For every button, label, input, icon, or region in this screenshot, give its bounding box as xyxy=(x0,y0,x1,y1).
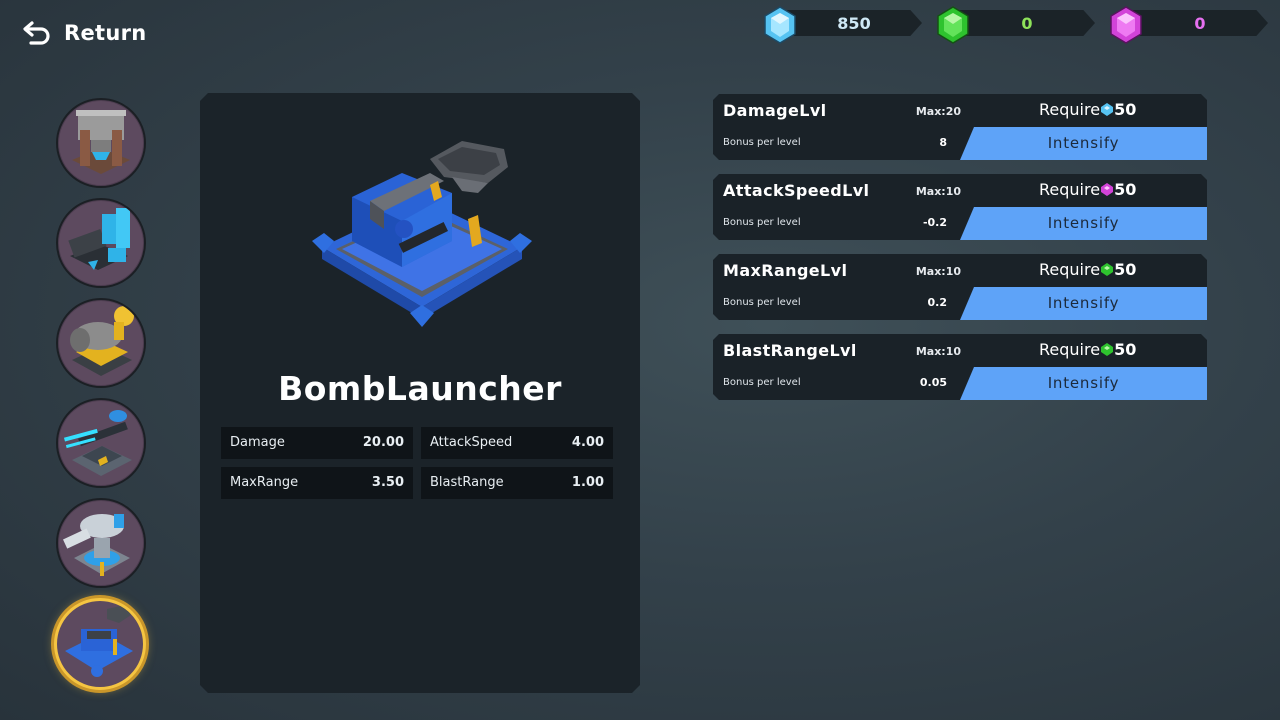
require-cost: 50 xyxy=(1114,100,1137,119)
upgrade-requirement: Require 50 xyxy=(1039,260,1136,279)
bonus-value: 8 xyxy=(939,136,947,149)
currency-blue: 850 xyxy=(758,6,923,44)
tesla-tower-icon xyxy=(63,410,132,476)
return-label: Return xyxy=(64,21,147,45)
upgrade-blast-range: BlastRangeLvl Max:10 Require 50 Bonus pe… xyxy=(713,334,1207,400)
tower-laser-cannon[interactable] xyxy=(56,198,146,288)
green-gem-icon xyxy=(1101,263,1114,276)
upgrade-name: DamageLvl xyxy=(723,101,827,120)
upgrade-requirement: Require 50 xyxy=(1039,100,1136,119)
upgrade-name: BlastRangeLvl xyxy=(723,341,857,360)
upgrade-requirement: Require 50 xyxy=(1039,340,1136,359)
green-gem-icon xyxy=(1101,343,1114,356)
crusher-tower-icon xyxy=(72,110,130,174)
bonus-value: -0.2 xyxy=(922,216,947,229)
stat-value: 20.00 xyxy=(362,435,404,450)
blue-gem-icon xyxy=(764,6,796,44)
upgrade-requirement: Require 50 xyxy=(1039,180,1136,199)
tower-gold-cannon[interactable] xyxy=(56,298,146,388)
upgrade-name: MaxRangeLvl xyxy=(723,261,848,280)
return-button[interactable]: Return xyxy=(22,18,147,48)
stat-value: 1.00 xyxy=(571,475,604,490)
upgrade-max-level: Max:20 xyxy=(915,105,961,118)
bonus-value: 0.2 xyxy=(927,296,948,309)
currency-green: 0 xyxy=(931,6,1096,44)
bonus-label: Bonus per level xyxy=(723,377,801,388)
stat-label: BlastRange xyxy=(430,475,504,490)
purple-gem-amount: 0 xyxy=(1194,14,1206,33)
upgrade-damage: DamageLvl Max:20 Require 50 Bonus per le… xyxy=(713,94,1207,160)
upgrade-max-range: MaxRangeLvl Max:10 Require 50 Bonus per … xyxy=(713,254,1207,320)
laser-cannon-tower-icon xyxy=(68,208,130,270)
bonus-label: Bonus per level xyxy=(723,217,801,228)
bonus-value: 0.05 xyxy=(919,376,947,389)
require-cost: 50 xyxy=(1114,260,1137,279)
upgrade-max-level: Max:10 xyxy=(915,345,961,358)
bonus-label: Bonus per level xyxy=(723,137,801,148)
bonus-label: Bonus per level xyxy=(723,297,801,308)
require-label: Require xyxy=(1039,100,1101,119)
tower-crusher[interactable] xyxy=(56,98,146,188)
upgrade-attack-speed: AttackSpeedLvl Max:10 Require 50 Bonus p… xyxy=(713,174,1207,240)
stat-value: 4.00 xyxy=(571,435,604,450)
tower-frost[interactable] xyxy=(56,498,146,588)
intensify-button[interactable]: Intensify xyxy=(960,127,1207,160)
intensify-button[interactable]: Intensify xyxy=(960,287,1207,320)
currency-purple: 0 xyxy=(1104,6,1269,44)
stat-value: 3.50 xyxy=(371,475,404,490)
require-label: Require xyxy=(1039,180,1101,199)
blue-gem-amount: 850 xyxy=(837,14,871,33)
tower-tesla[interactable] xyxy=(56,398,146,488)
upgrade-max-level: Max:10 xyxy=(915,265,961,278)
tower-name: BombLauncher xyxy=(278,369,562,408)
frost-tower-icon xyxy=(63,514,130,576)
stat-damage: Damage 20.00 xyxy=(221,427,413,459)
stat-label: AttackSpeed xyxy=(430,435,513,450)
tower-detail-panel: BombLauncher Damage 20.00 AttackSpeed 4.… xyxy=(200,93,640,693)
require-label: Require xyxy=(1039,340,1101,359)
tower-bomb-launcher[interactable] xyxy=(54,598,146,690)
purple-gem-icon xyxy=(1110,6,1142,44)
upgrade-max-level: Max:10 xyxy=(915,185,961,198)
return-arrow-icon xyxy=(22,18,54,48)
stat-max-range: MaxRange 3.50 xyxy=(221,467,413,499)
bomb-launcher-tower-icon xyxy=(65,605,133,677)
purple-gem-icon xyxy=(1101,183,1114,196)
gold-cannon-tower-icon xyxy=(70,306,134,376)
stat-label: Damage xyxy=(230,435,285,450)
intensify-button[interactable]: Intensify xyxy=(960,207,1207,240)
stat-label: MaxRange xyxy=(230,475,299,490)
require-cost: 50 xyxy=(1114,340,1137,359)
green-gem-amount: 0 xyxy=(1021,14,1033,33)
bomb-launcher-art xyxy=(312,141,532,327)
intensify-button[interactable]: Intensify xyxy=(960,367,1207,400)
blue-gem-icon xyxy=(1101,103,1114,116)
upgrade-name: AttackSpeedLvl xyxy=(723,181,870,200)
stat-blast-range: BlastRange 1.00 xyxy=(421,467,613,499)
green-gem-icon xyxy=(937,6,969,44)
require-label: Require xyxy=(1039,260,1101,279)
stat-attack-speed: AttackSpeed 4.00 xyxy=(421,427,613,459)
require-cost: 50 xyxy=(1114,180,1137,199)
